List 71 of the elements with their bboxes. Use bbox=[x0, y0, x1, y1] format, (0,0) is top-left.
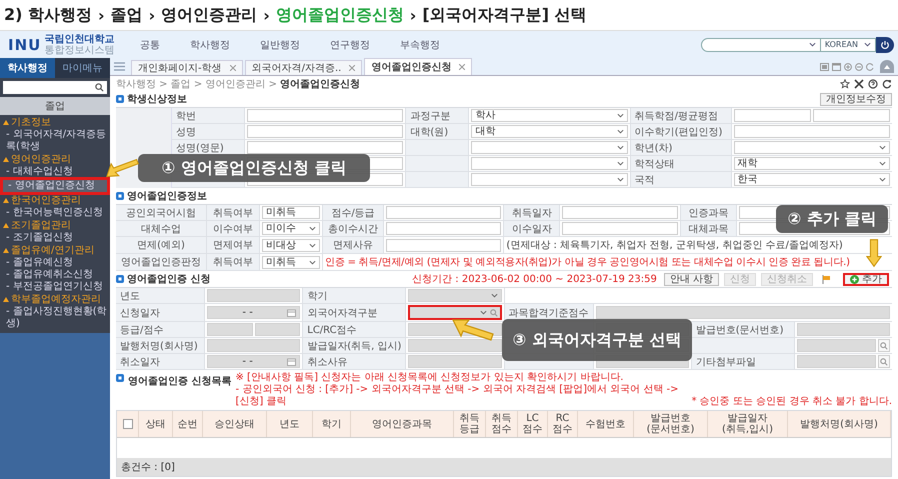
column-header: 학기 bbox=[313, 411, 351, 437]
field-label: 년도 bbox=[116, 288, 204, 303]
field-label: 총이수시간 bbox=[323, 221, 383, 236]
column-header: 승인상태 bbox=[203, 411, 267, 437]
callout-tooltip: ② 추가 클릭 bbox=[776, 205, 888, 233]
note-text: (면제대상 : 체육특기자, 취업자 전형, 군위탁생, 취업중인 수료/졸업예정자) bbox=[504, 237, 892, 253]
column-header: 수험번호 bbox=[578, 411, 634, 437]
field-label: 국적 bbox=[630, 172, 731, 187]
field-label: 학년(차) bbox=[630, 140, 731, 155]
breadcrumb: 학사행정 > 졸업 > 영어인증관리 > 영어졸업인증신청 bbox=[116, 78, 360, 90]
field-label: 면제사유 bbox=[323, 237, 383, 253]
field-label: 취소일자 bbox=[116, 354, 204, 369]
callout-tooltip: ① 영어졸업인증신청 클릭 bbox=[138, 154, 370, 182]
column-header: 상태 bbox=[139, 411, 173, 437]
column-header: 년도 bbox=[267, 411, 313, 437]
field-label: 이수여부 bbox=[207, 221, 259, 236]
logo-subtitle: 통합정보시스템 bbox=[44, 44, 114, 56]
page-heading: 2) 학사행정 › 졸업 › 영어인증관리 › 영어졸업인증신청 › [외국어자격구분] 선택 bbox=[3, 4, 588, 26]
field-label: 외국어자격구분 bbox=[303, 304, 406, 321]
field-label: 이수일자 bbox=[504, 221, 560, 236]
field-label: 신청일자 bbox=[116, 304, 204, 321]
field-label: 대학(원) bbox=[406, 124, 468, 139]
field-label: 대체과목 bbox=[680, 221, 736, 236]
logo-name: 국립인천대학교 bbox=[44, 34, 114, 44]
field-label: 발급일자(취득, 입시) bbox=[303, 338, 406, 353]
sidebar-section-title: 졸업 bbox=[0, 97, 110, 115]
field-label: 성명 bbox=[172, 124, 244, 139]
column-header: 취득 등급 bbox=[454, 411, 486, 437]
field-label: 학기 bbox=[303, 288, 406, 303]
warning-text: 인증 = 취득/면제/예외 (면제자 및 예외적용자(취업)가 아닐 경우 공인영어시험 또는 대체수업 이수시 인증 완료 됩니다.) bbox=[323, 254, 892, 270]
field-label: LC/RC점수 bbox=[303, 322, 406, 337]
section-title: 영어졸업인증 신청목록 bbox=[128, 375, 232, 388]
caution-text: * 승인중 또는 승인된 경우 취소 불가 합니다. bbox=[692, 396, 892, 408]
notice-text: - 공인외국어 신청 : [추가] -> 외국어자격구분 선택 -> 외국어 자격검색 [팝업]에서 외국어 선택 -> [신청] 클릭 bbox=[235, 384, 680, 408]
column-header: 취득 점수 bbox=[486, 411, 518, 437]
field-label: 취득학점/평균평점 bbox=[630, 108, 731, 123]
field-label: 발급번호(문서번호) bbox=[692, 322, 794, 337]
notice-text: ※ [안내사항 필독] 신청자는 아래 신청목록에 신청정보가 있는지 확인하시기 바랍니다. bbox=[235, 372, 624, 384]
field-label: 발행처명(회사명) bbox=[116, 338, 204, 353]
column-header: 발급일자 (취득,입시) bbox=[708, 411, 788, 437]
callout-tooltip: ③ 외국어자격구분 선택 bbox=[502, 319, 692, 361]
field-label: 대체수업 bbox=[116, 221, 206, 236]
field-label: 학번 bbox=[172, 108, 244, 123]
section-title: 영어졸업인증 신청 bbox=[127, 273, 210, 286]
field-label: 성명(영문) bbox=[172, 140, 244, 155]
field-label: 인증과목 bbox=[680, 205, 736, 220]
field-label: 등급/점수 bbox=[116, 322, 204, 337]
field-label: 과정구분 bbox=[406, 108, 468, 123]
field-label: 취득일자 bbox=[504, 205, 560, 220]
field-label: 취소사유 bbox=[303, 354, 406, 369]
field-label: 학적상태 bbox=[630, 156, 731, 171]
field-label: 취득여부 bbox=[207, 254, 259, 270]
section-title: 영어졸업인증정보 bbox=[127, 190, 207, 203]
field-label: 면제(예외) bbox=[116, 237, 206, 253]
column-header: LC 점수 bbox=[518, 411, 548, 437]
field-label: 영어졸업인증판정 bbox=[116, 254, 206, 270]
column-header: RC 점수 bbox=[548, 411, 578, 437]
section-title: 학생신상정보 bbox=[127, 93, 187, 106]
field-label: 이수학기(편입인정) bbox=[630, 124, 731, 139]
column-header: 발급번호 (문서번호) bbox=[634, 411, 708, 437]
field-label: 취득여부 bbox=[207, 205, 259, 220]
period-text: 신청기간 : 2023-06-02 00:00 ~ 2023-07-19 23:59 bbox=[412, 273, 657, 286]
logo-mark: INU bbox=[8, 36, 42, 54]
column-header: 발행처명(회사명) bbox=[788, 411, 891, 437]
field-label: 공인외국어시험 bbox=[116, 205, 206, 220]
field-label: 점수/등급 bbox=[323, 205, 383, 220]
total-count: 총건수 : [0] bbox=[117, 458, 891, 476]
field-label: 기타첨부파일 bbox=[692, 354, 794, 369]
field-label: 면제여부 bbox=[207, 237, 259, 253]
column-header: 순번 bbox=[173, 411, 203, 437]
column-header: 영어인증과목 bbox=[351, 411, 454, 437]
